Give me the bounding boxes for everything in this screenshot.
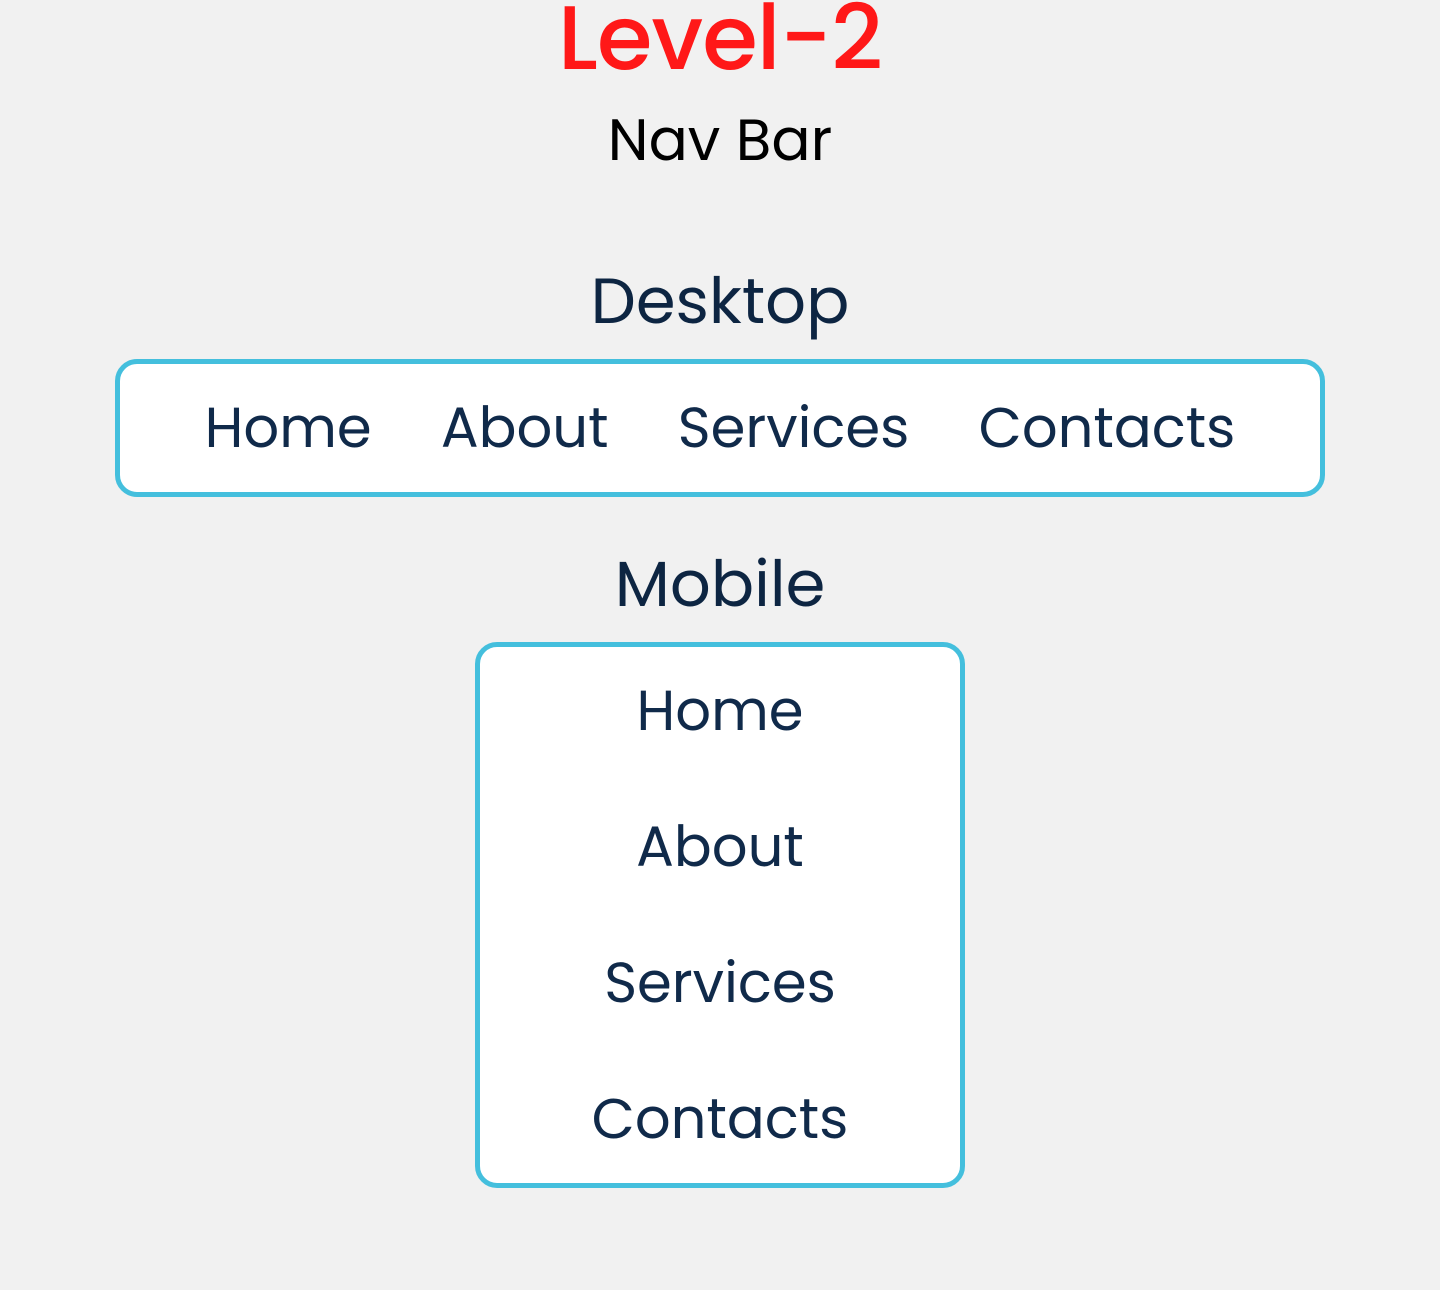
navbar-desktop: Home About Services Contacts <box>115 359 1325 497</box>
page-subtitle: Nav Bar <box>608 97 832 184</box>
nav-link-contacts[interactable]: Contacts <box>979 400 1236 456</box>
nav-link-services[interactable]: Services <box>678 400 910 456</box>
nav-link-home[interactable]: Home <box>637 683 804 739</box>
nav-link-services[interactable]: Services <box>604 955 836 1011</box>
nav-link-about[interactable]: About <box>441 400 609 456</box>
page-title: Level-2 <box>558 0 882 77</box>
nav-link-contacts[interactable]: Contacts <box>592 1091 849 1147</box>
navbar-mobile: Home About Services Contacts <box>475 642 965 1188</box>
nav-link-about[interactable]: About <box>636 819 804 875</box>
mobile-section-heading: Mobile <box>615 537 826 632</box>
nav-link-home[interactable]: Home <box>205 400 372 456</box>
desktop-section-heading: Desktop <box>591 254 850 349</box>
